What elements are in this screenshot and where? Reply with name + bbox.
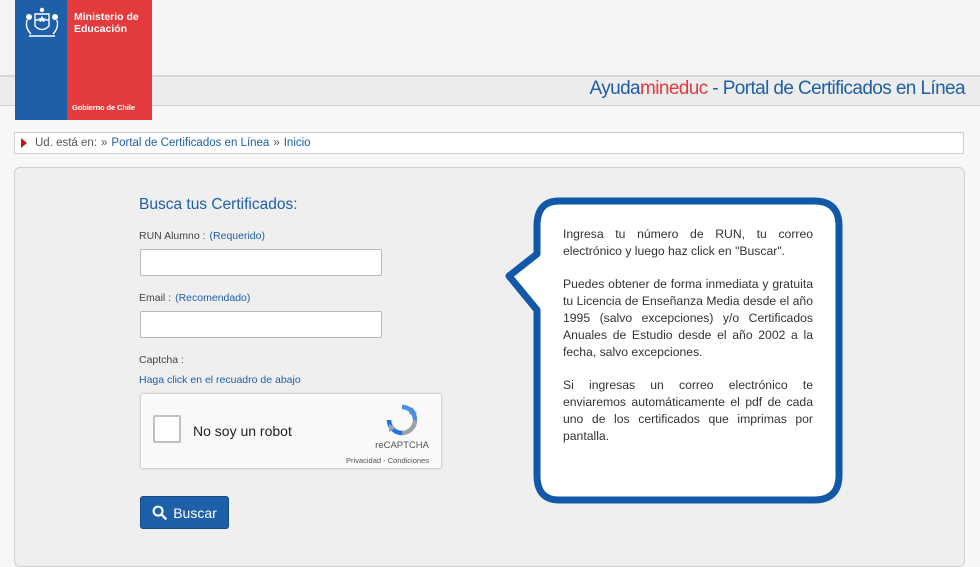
recaptcha-checkbox[interactable]	[153, 415, 181, 443]
ministry-logo[interactable]: Ministerio de Educación Gobierno de Chil…	[15, 0, 152, 120]
email-recommended-hint: (Recomendado)	[175, 292, 251, 304]
site-title-portal: - Portal de Certificados en Línea	[707, 78, 965, 99]
site-title: Ayudamineduc - Portal de Certificados en…	[589, 78, 965, 100]
search-button[interactable]: Buscar	[140, 496, 229, 529]
breadcrumb-separator: »	[101, 137, 108, 149]
recaptcha-logo-icon	[386, 404, 418, 436]
run-label: RUN Alumno : (Requerido)	[139, 230, 265, 242]
logo-red-block: Ministerio de Educación Gobierno de Chil…	[67, 0, 152, 120]
email-input[interactable]	[140, 311, 382, 338]
captcha-label: Captcha :	[139, 354, 184, 366]
chile-coat-of-arms-icon	[25, 7, 59, 37]
recaptcha-widget: No soy un robot reCAPTCHA Privacidad - C…	[140, 393, 442, 469]
site-title-ayuda: Ayuda	[589, 78, 640, 99]
info-paragraph-3: Si ingresas un correo electrónico te env…	[563, 378, 813, 443]
recaptcha-links[interactable]: Privacidad - Condiciones	[346, 456, 429, 465]
magnifier-icon	[152, 505, 168, 520]
logo-blue-block	[15, 0, 67, 120]
ministry-name-line1: Ministerio de	[74, 11, 139, 23]
info-text: Ingresa tu número de RUN, tu correo elec…	[563, 226, 813, 461]
site-title-mineduc: mineduc	[640, 78, 708, 99]
recaptcha-brand: reCAPTCHA	[375, 440, 429, 451]
captcha-hint: Haga click en el recuadro de abajo	[139, 374, 301, 386]
breadcrumb: Ud. está en: » Portal de Certificados en…	[14, 132, 964, 154]
search-button-label: Buscar	[173, 504, 217, 521]
breadcrumb-separator: »	[273, 137, 280, 149]
run-required-hint: (Requerido)	[209, 230, 265, 242]
email-label-text: Email :	[139, 292, 172, 304]
breadcrumb-link-inicio[interactable]: Inicio	[284, 137, 311, 149]
recaptcha-label: No soy un robot	[193, 423, 292, 439]
run-label-text: RUN Alumno :	[139, 230, 206, 242]
government-label: Gobierno de Chile	[72, 103, 135, 112]
email-label: Email : (Recomendado)	[139, 292, 250, 304]
run-input[interactable]	[140, 249, 382, 276]
info-paragraph-1: Ingresa tu número de RUN, tu correo elec…	[563, 227, 813, 258]
breadcrumb-link-portal[interactable]: Portal de Certificados en Línea	[111, 137, 269, 149]
ministry-name: Ministerio de Educación	[74, 11, 139, 35]
info-paragraph-2: Puedes obtener de forma inmediata y grat…	[563, 277, 813, 359]
form-title: Busca tus Certificados:	[139, 196, 298, 213]
ministry-name-line2: Educación	[74, 23, 128, 35]
breadcrumb-prefix: Ud. está en:	[35, 137, 98, 149]
arrow-right-icon	[21, 138, 27, 148]
